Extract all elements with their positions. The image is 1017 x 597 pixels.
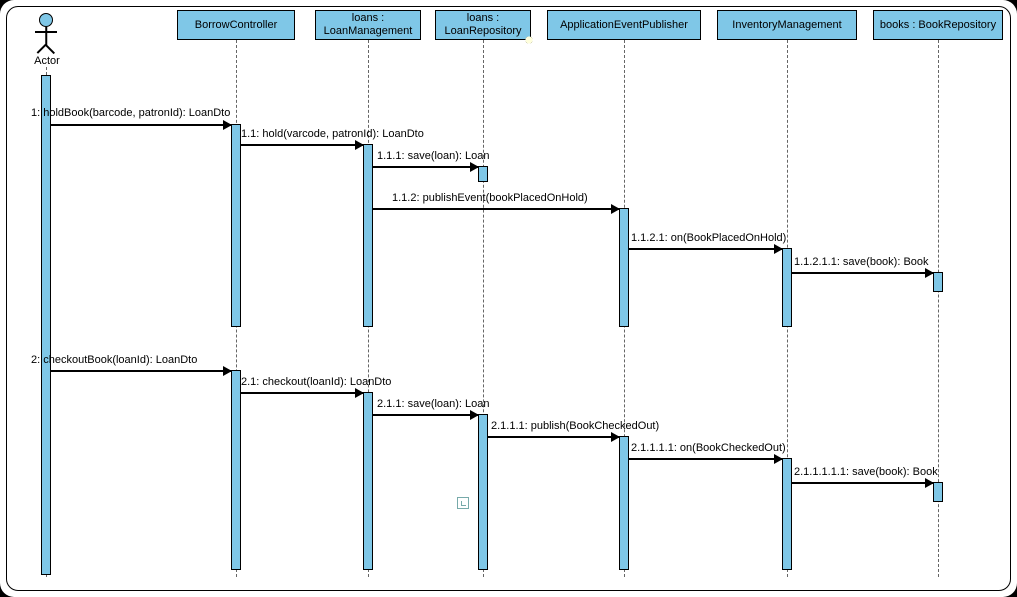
- message-label: 1: holdBook(barcode, patronId): LoanDto: [31, 107, 230, 119]
- activation-actor: [41, 75, 51, 575]
- message-arrow: [373, 166, 478, 168]
- message-label: 2.1.1.1.1.1: save(book): Book: [794, 466, 938, 478]
- activation-inv-mgmt-1: [782, 248, 792, 327]
- message-arrow: [488, 436, 619, 438]
- message-arrow: [241, 144, 363, 146]
- message-label: 2: checkoutBook(loanId): LoanDto: [31, 354, 197, 366]
- activation-loans-repo-1: [478, 166, 488, 182]
- message-label: 2.1: checkout(loanId): LoanDto: [241, 376, 391, 388]
- combined-fragment-icon: [457, 497, 469, 509]
- activation-inv-mgmt-2: [782, 458, 792, 570]
- activation-loans-mgmt-1: [363, 144, 373, 327]
- message-label: 1.1.2.1: on(BookPlacedOnHold): [631, 232, 786, 244]
- message-arrow: [629, 458, 782, 460]
- message-arrow: [241, 392, 363, 394]
- participant-loan-repository: loans : LoanRepository: [435, 10, 531, 40]
- message-arrow: [373, 414, 478, 416]
- activation-books-repo-1: [933, 272, 943, 292]
- message-arrow: [51, 370, 231, 372]
- activation-borrow-2: [231, 370, 241, 570]
- message-label: 1.1.2: publishEvent(bookPlacedOnHold): [392, 192, 588, 204]
- message-label: 1.1.1: save(loan): Loan: [377, 150, 490, 162]
- message-arrow: [373, 208, 619, 210]
- participant-inventory-management: InventoryManagement: [717, 10, 857, 40]
- actor-label: Actor: [27, 55, 67, 67]
- diagram-canvas: Actor BorrowController loans : LoanManag…: [6, 6, 1011, 591]
- message-label: 2.1.1.1.1: on(BookCheckedOut): [631, 442, 786, 454]
- activation-loans-mgmt-2: [363, 392, 373, 570]
- message-label: 2.1.1.1: publish(BookCheckedOut): [491, 420, 659, 432]
- participant-event-publisher: ApplicationEventPublisher: [547, 10, 701, 40]
- message-label: 1.1: hold(varcode, patronId): LoanDto: [241, 128, 424, 140]
- activation-publisher-2: [619, 436, 629, 570]
- message-label: 2.1.1: save(loan): Loan: [377, 398, 490, 410]
- message-arrow: [792, 272, 933, 274]
- participant-loan-management: loans : LoanManagement: [315, 10, 421, 40]
- message-arrow: [629, 248, 782, 250]
- message-arrow: [792, 482, 933, 484]
- actor-icon: [33, 13, 59, 55]
- activation-borrow-1: [231, 124, 241, 327]
- message-label: 1.1.2.1.1: save(book): Book: [794, 256, 929, 268]
- message-arrow: [51, 124, 231, 126]
- diagram-frame: Actor BorrowController loans : LoanManag…: [0, 0, 1017, 597]
- activation-books-repo-2: [933, 482, 943, 502]
- participant-borrow-controller: BorrowController: [177, 10, 295, 40]
- gear-icon: [523, 34, 535, 46]
- activation-loans-repo-2: [478, 414, 488, 570]
- participant-book-repository: books : BookRepository: [873, 10, 1003, 40]
- activation-publisher-1: [619, 208, 629, 327]
